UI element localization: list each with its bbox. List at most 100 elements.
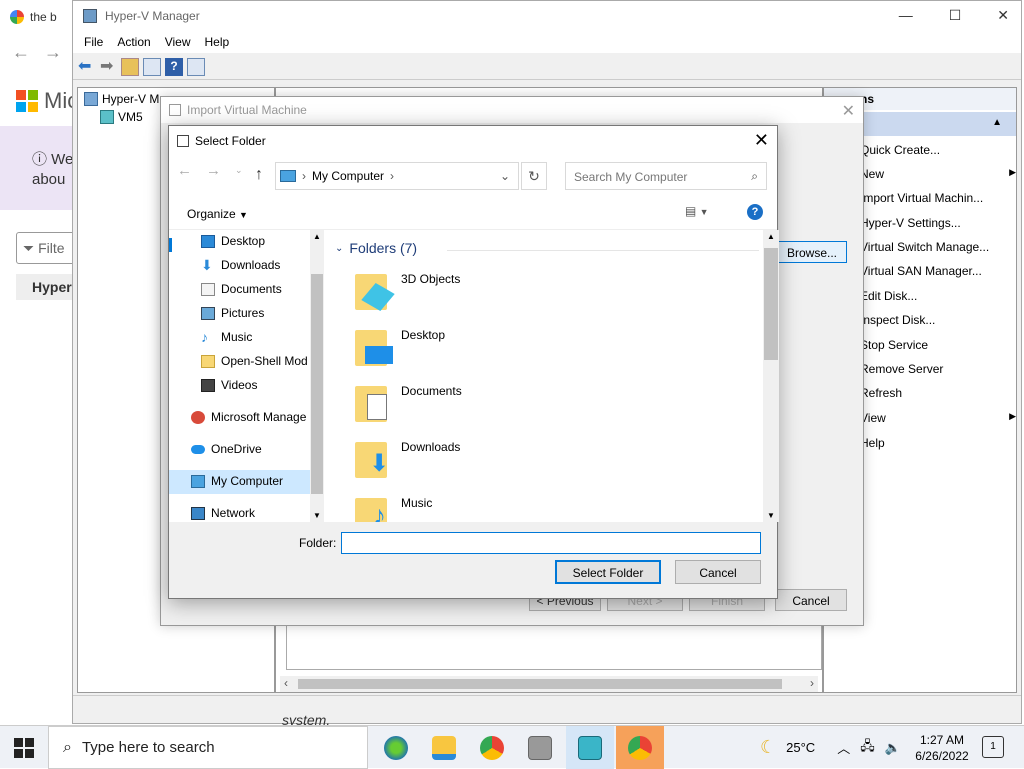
up-arrow-icon[interactable]: ↑ [255, 166, 263, 184]
nav-item-desktop[interactable]: Desktop📌 [201, 230, 324, 252]
folder-item-desktop[interactable]: Desktop [355, 324, 655, 370]
organize-button[interactable]: Organize ▼ [187, 207, 248, 221]
recent-dropdown-icon[interactable]: ⌄ [235, 165, 243, 176]
action-stop-service[interactable]: Stop Service [860, 338, 928, 352]
tree-item-vm5[interactable]: VM5 [100, 110, 143, 124]
help-icon[interactable]: ? [165, 57, 183, 76]
address-bar[interactable]: › My Computer › ⌄ [275, 162, 519, 190]
taskbar-app-chrome[interactable] [468, 726, 516, 769]
status-bar [73, 695, 1021, 723]
collapse-up-icon[interactable]: ▲ [992, 117, 1002, 128]
scroll-right-icon[interactable]: › [810, 676, 814, 690]
scroll-up-icon[interactable]: ▲ [767, 232, 775, 241]
notification-icon[interactable]: 1 [982, 736, 1004, 758]
nav-item-downloads[interactable]: ⬇Downloads📌 [201, 254, 324, 276]
temperature[interactable]: 25°C [786, 740, 815, 755]
action-remove-server[interactable]: Remove Server [860, 362, 943, 376]
action-hyperv-settings[interactable]: Hyper-V Settings... [860, 216, 961, 230]
scroll-up-icon[interactable]: ▲ [313, 232, 321, 241]
help-icon[interactable]: ? [747, 204, 763, 220]
action-inspect-disk[interactable]: Inspect Disk... [860, 313, 935, 327]
scroll-down-icon[interactable]: ▼ [767, 511, 775, 520]
select-folder-button[interactable]: Select Folder [555, 560, 661, 584]
clock[interactable]: 1:27 AM 6/26/2022 [912, 732, 972, 764]
breadcrumb-chevron-icon[interactable]: › [390, 169, 394, 183]
menu-help[interactable]: Help [198, 31, 237, 53]
forward-icon[interactable]: → [206, 162, 221, 179]
folder-item-documents[interactable]: Documents [355, 380, 655, 426]
maximize-icon[interactable]: ☐ [949, 7, 962, 24]
taskbar-app-hyperv[interactable] [566, 726, 614, 769]
refresh-icon[interactable]: ↻ [521, 162, 547, 190]
browser-nav-arrows-icon[interactable]: ←→ [12, 42, 76, 63]
action-view[interactable]: View ▶ [860, 411, 1016, 425]
show-tree-icon[interactable] [143, 57, 161, 76]
nav-item-videos[interactable]: Videos [201, 374, 324, 396]
windows-start-icon[interactable] [14, 738, 34, 758]
minimize-icon[interactable]: — [899, 7, 913, 24]
action-refresh[interactable]: Refresh [860, 386, 902, 400]
up-folder-icon[interactable] [121, 57, 139, 76]
weather-moon-icon[interactable]: ☾ [760, 737, 776, 758]
menu-view[interactable]: View [158, 31, 198, 53]
view-options-icon[interactable]: ▤ ▼ [685, 204, 709, 218]
nav-item-documents[interactable]: Documents📌 [201, 278, 324, 300]
scroll-thumb[interactable] [298, 679, 782, 689]
scroll-left-icon[interactable]: ‹ [284, 676, 288, 690]
close-icon[interactable]: ✕ [842, 101, 855, 121]
hyperv-title: Hyper-V Manager [105, 9, 200, 23]
action-import[interactable]: Import Virtual Machin... [860, 191, 983, 205]
folder-icon [201, 354, 215, 368]
menu-file[interactable]: File [77, 31, 110, 53]
taskbar-app-chrome-user[interactable] [616, 726, 664, 769]
nav-item-microsoft-manage[interactable]: Microsoft Manage [191, 406, 324, 428]
folder-item-downloads[interactable]: ⬇ Downloads [355, 436, 655, 482]
tray-expand-icon[interactable]: ︿ [837, 738, 850, 757]
browser-tab[interactable]: the b [10, 6, 57, 28]
close-icon[interactable]: ✕ [997, 7, 1009, 24]
folder-input[interactable] [341, 532, 761, 554]
horizontal-scrollbar[interactable]: ‹ › [280, 676, 818, 692]
forward-arrow-icon[interactable]: ➡ [99, 58, 117, 76]
pictures-icon [201, 306, 215, 320]
cancel-button[interactable]: Cancel [675, 560, 761, 584]
cancel-button[interactable]: Cancel [775, 589, 847, 611]
browse-button[interactable]: Browse... [777, 241, 847, 263]
folder-item-3d-objects[interactable]: 3D Objects [355, 268, 655, 314]
nav-item-onedrive[interactable]: OneDrive [191, 438, 324, 460]
taskbar-app-server-manager[interactable] [516, 726, 564, 769]
folders-group-header[interactable]: ⌄ Folders (7) [335, 240, 417, 256]
back-arrow-icon[interactable]: ⬅ [77, 58, 95, 76]
address-dropdown-icon[interactable]: ⌄ [500, 169, 510, 183]
back-icon[interactable]: ← [177, 162, 192, 179]
desktop-icon [201, 234, 215, 248]
action-quick-create[interactable]: Quick Create... [860, 143, 940, 157]
search-input[interactable]: Search My Computer ⌕ [565, 162, 767, 190]
nav-item-pictures[interactable]: Pictures📌 [201, 302, 324, 324]
scroll-down-icon[interactable]: ▼ [313, 511, 321, 520]
action-virtual-san[interactable]: Virtual SAN Manager... [860, 264, 982, 278]
nav-item-network[interactable]: Network [191, 502, 324, 522]
taskbar-app-globe[interactable] [372, 726, 420, 769]
menu-action[interactable]: Action [110, 31, 157, 53]
dropdown-arrow-icon: ▼ [239, 210, 248, 220]
network-icon[interactable]: 🖧 [860, 737, 875, 759]
action-edit-disk[interactable]: Edit Disk... [860, 289, 917, 303]
content-scroll-thumb[interactable] [764, 248, 778, 360]
nav-item-my-computer[interactable]: My Computer [191, 470, 324, 492]
action-new[interactable]: New ▶ [860, 167, 1016, 181]
action-pane-icon[interactable] [187, 57, 205, 76]
filter-input[interactable]: ⏷ Filte [16, 232, 76, 264]
nav-scroll-thumb[interactable] [311, 274, 323, 494]
tree-root[interactable]: Hyper-V M [84, 92, 159, 106]
group-divider [447, 250, 759, 251]
close-icon[interactable]: ✕ [754, 130, 769, 151]
volume-icon[interactable]: 🔈 [885, 740, 901, 756]
nav-item-music[interactable]: ♪ Music [201, 326, 324, 348]
folder-item-music[interactable]: ♪ Music [355, 492, 655, 522]
content-pane: ⌄ Folders (7) 3D Objects Desktop Document… [327, 230, 779, 522]
taskbar-search-box[interactable]: ⌕ Type here to search [48, 726, 368, 769]
nav-item-open-shell[interactable]: Open-Shell Mod [201, 350, 324, 372]
taskbar-app-file-explorer[interactable] [420, 726, 468, 769]
action-virtual-switch[interactable]: Virtual Switch Manage... [860, 240, 989, 254]
